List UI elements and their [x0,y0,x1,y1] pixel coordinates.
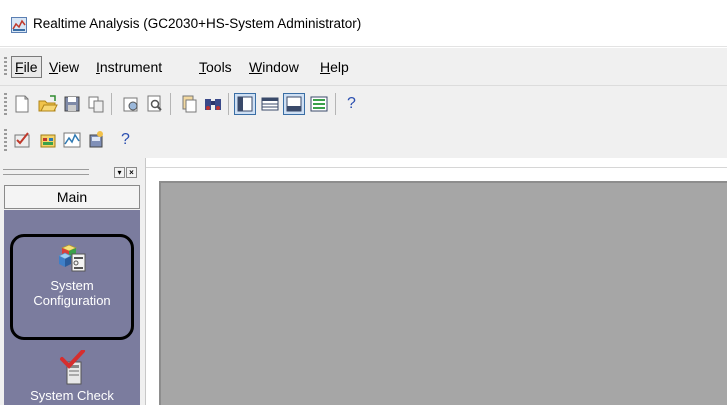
pane-dropdown-button[interactable]: ▾ [114,167,125,178]
menu-bar: File View Instrument Tools Window Help [0,48,727,86]
toolbar-grip[interactable] [4,129,7,151]
copy-button[interactable] [85,93,107,115]
assistant-nav-panel: System Configuration System Check [4,210,140,405]
print-setup-button[interactable] [120,93,142,115]
pane-header: ▾ × [3,167,137,179]
pane-drag-handle[interactable] [3,169,89,175]
menu-instrument[interactable]: Instrument [96,59,162,75]
data-file-button[interactable] [178,93,200,115]
monitor-chart-button[interactable] [61,129,83,151]
help-button[interactable]: ? [121,131,130,149]
instrument-button[interactable] [85,129,107,151]
open-button[interactable] [37,93,59,115]
realtime-analysis-app-icon [11,17,27,33]
new-icon [15,95,29,113]
mdi-workspace [146,158,727,405]
monitor-chart-icon [63,132,81,148]
analysis-toolbar: ? [0,122,727,158]
system-check-label: System Check [30,388,114,403]
toolbar-separator [228,93,229,115]
panel-view-button[interactable] [234,93,256,115]
copy-icon [88,96,104,113]
window-title: Realtime Analysis (GC2030+HS-System Admi… [33,16,362,31]
menubar-grip[interactable] [4,57,7,77]
check-report-button[interactable] [11,129,33,151]
tab-main[interactable]: Main [4,185,140,209]
pane-close-button[interactable]: × [126,167,137,178]
find-button[interactable] [202,93,224,115]
selection-highlight [10,234,134,340]
new-button[interactable] [11,93,33,115]
print-preview-button[interactable] [144,93,166,115]
batch-button[interactable] [37,129,59,151]
toolbar-separator [335,93,336,115]
save-button[interactable] [61,93,83,115]
instrument-icon [89,131,103,148]
left-assistant-bar: ▾ × Main System Configuration System Che… [0,158,146,405]
panel-view-icon [237,96,253,112]
table-view-icon [261,97,279,111]
toolbar-separator [111,93,112,115]
open-icon [38,95,58,112]
check-report-icon [14,132,30,148]
save-icon [64,96,80,112]
binoculars-icon [205,99,221,110]
workspace-border-line [146,167,727,168]
print-preview-icon [147,95,162,112]
list-view-button[interactable] [308,93,330,115]
menu-view[interactable]: View [49,59,79,75]
list-view-icon [310,96,328,112]
system-check-item[interactable]: System Check [4,350,140,405]
chart-view-button[interactable] [283,93,305,115]
help-button[interactable]: ? [347,95,356,113]
print-preview-setup-icon [123,97,138,112]
batch-icon [40,134,56,148]
toolbar-grip[interactable] [4,93,7,115]
toolbar-separator [170,93,171,115]
standard-toolbar: ? [0,86,727,122]
title-bar: Realtime Analysis (GC2030+HS-System Admi… [0,0,727,47]
data-file-icon [182,95,197,113]
menu-tools[interactable]: Tools [199,59,232,75]
system-check-icon [60,350,85,385]
mdi-client-area[interactable] [159,181,727,405]
menu-window[interactable]: Window [249,59,299,75]
menu-file[interactable]: File [11,56,42,78]
table-view-button[interactable] [259,93,281,115]
chart-view-icon [286,96,302,112]
menu-help[interactable]: Help [320,59,349,75]
